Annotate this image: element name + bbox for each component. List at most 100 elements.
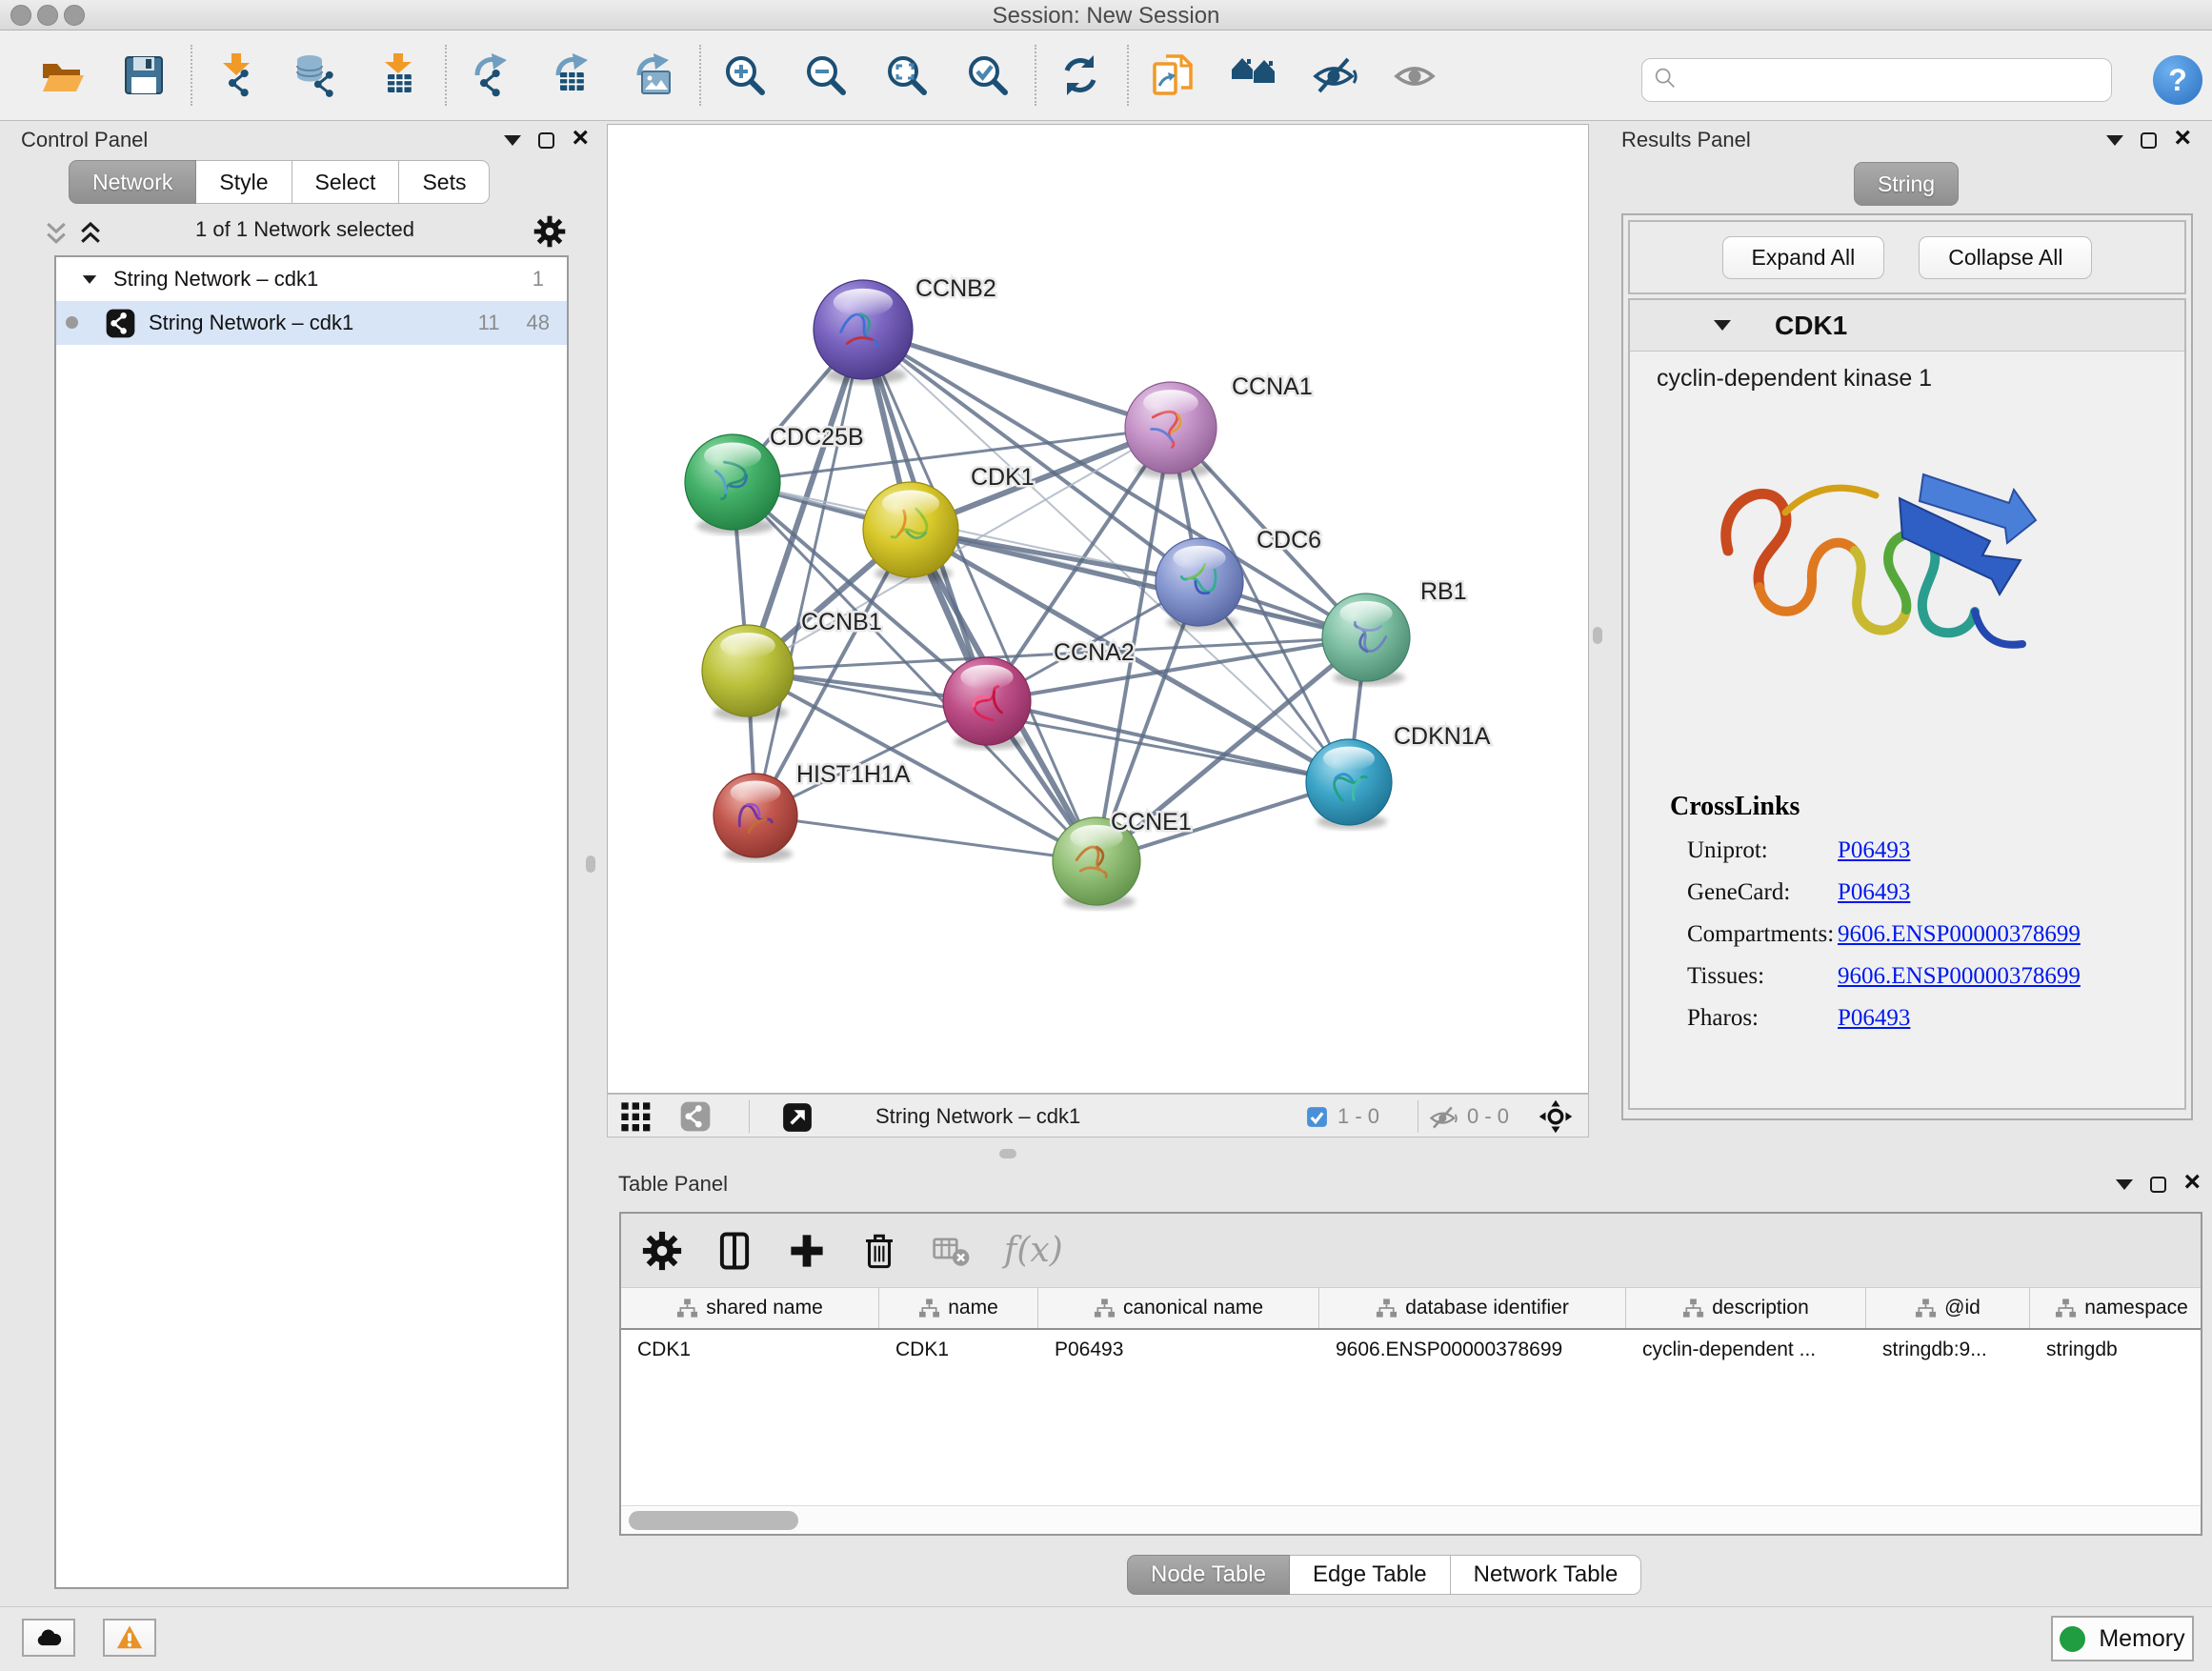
crosslinks-block: CrossLinks Uniprot:P06493GeneCard:P06493… — [1630, 792, 2184, 1032]
table-cell[interactable]: CDK1 — [879, 1339, 1038, 1361]
open-session-icon[interactable] — [38, 50, 88, 100]
grid-view-icon[interactable] — [620, 1101, 651, 1132]
expand-all-button[interactable]: Expand All — [1722, 236, 1885, 279]
table-cell[interactable]: CDK1 — [621, 1339, 879, 1361]
float-panel-icon[interactable] — [2150, 1177, 2166, 1193]
zoom-selected-icon[interactable] — [963, 50, 1013, 100]
horizontal-splitter-handle[interactable] — [999, 1149, 1016, 1158]
hidden-eye-icon[interactable] — [1429, 1103, 1458, 1132]
collapse-all-button[interactable]: Collapse All — [1919, 236, 2092, 279]
column-header-database-identifier[interactable]: database identifier — [1319, 1288, 1626, 1328]
hide-selected-icon[interactable] — [1310, 50, 1359, 100]
close-panel-icon[interactable]: × — [2183, 1173, 2201, 1192]
crosslink-link[interactable]: P06493 — [1838, 879, 1910, 906]
crosslink-link[interactable]: 9606.ENSP00000378699 — [1838, 921, 2081, 948]
section-expander-icon[interactable] — [1714, 320, 1731, 331]
tab-edge-table[interactable]: Edge Table — [1290, 1555, 1451, 1595]
node-section-header[interactable]: CDK1 — [1630, 300, 2184, 352]
table-cell[interactable]: stringdb — [2030, 1339, 2201, 1361]
warning-icon[interactable] — [103, 1619, 156, 1657]
table-cell[interactable]: P06493 — [1038, 1339, 1319, 1361]
attribute-table: f(x) shared namenamecanonical namedataba… — [619, 1212, 2202, 1536]
node-CDK1[interactable]: CDK1 — [863, 464, 1035, 582]
column-header-description[interactable]: description — [1626, 1288, 1866, 1328]
export-image-icon[interactable] — [628, 50, 677, 100]
zoom-out-icon[interactable] — [801, 50, 851, 100]
crosslinks-title: CrossLinks — [1670, 792, 2184, 822]
tab-network-table[interactable]: Network Table — [1451, 1555, 1642, 1595]
zoom-in-icon[interactable] — [720, 50, 770, 100]
edge-CCNB2-HIST1H1A[interactable] — [755, 330, 863, 815]
column-header-shared-name[interactable]: shared name — [621, 1288, 879, 1328]
gear-icon[interactable] — [533, 215, 566, 248]
open-external-icon[interactable] — [781, 1101, 814, 1134]
tab-network[interactable]: Network — [69, 160, 196, 204]
export-table-icon[interactable] — [547, 50, 596, 100]
zoom-fit-icon[interactable] — [882, 50, 932, 100]
cloud-icon[interactable] — [22, 1619, 75, 1657]
birdseye-icon[interactable] — [1538, 1099, 1573, 1134]
copy-icon[interactable] — [1148, 50, 1197, 100]
tab-style[interactable]: Style — [196, 160, 292, 204]
network-canvas[interactable]: CCNB2 CCNA1 CDC25B — [607, 124, 1589, 1094]
panel-menu-icon[interactable] — [504, 135, 521, 146]
panel-menu-icon[interactable] — [2106, 135, 2123, 146]
table-cell[interactable]: 9606.ENSP00000378699 — [1319, 1339, 1626, 1361]
tab-string[interactable]: String — [1854, 162, 1959, 206]
panel-menu-icon[interactable] — [2116, 1179, 2133, 1190]
import-table-icon[interactable] — [373, 50, 423, 100]
column-header-namespace[interactable]: namespace — [2030, 1288, 2212, 1328]
horizontal-scrollbar[interactable] — [621, 1505, 2201, 1534]
export-network-icon[interactable] — [466, 50, 515, 100]
tree-expander-icon[interactable] — [83, 275, 96, 284]
table-row[interactable]: CDK1CDK1P064939606.ENSP00000378699cyclin… — [621, 1330, 2201, 1370]
gear-icon[interactable] — [642, 1231, 682, 1271]
crosslink-link[interactable]: 9606.ENSP00000378699 — [1838, 963, 2081, 990]
node-HIST1H1A[interactable]: HIST1H1A — [714, 761, 911, 861]
import-database-icon[interactable] — [292, 50, 342, 100]
trash-icon[interactable] — [859, 1231, 899, 1271]
close-panel-icon[interactable]: × — [572, 129, 589, 148]
tab-select[interactable]: Select — [292, 160, 400, 204]
tab-sets[interactable]: Sets — [399, 160, 490, 204]
network-row[interactable]: String Network – cdk1 11 48 — [56, 301, 567, 345]
scrollbar-thumb[interactable] — [629, 1511, 798, 1530]
show-eye-icon[interactable] — [1391, 50, 1440, 100]
search-input[interactable] — [1679, 62, 2111, 98]
help-icon[interactable]: ? — [2153, 55, 2202, 105]
crosslink-row: Tissues:9606.ENSP00000378699 — [1687, 963, 2184, 990]
edge-HIST1H1A-CCNE1[interactable] — [755, 815, 1096, 861]
float-panel-icon[interactable] — [538, 132, 554, 149]
node-CCNE1[interactable]: CCNE1 — [1053, 809, 1192, 910]
refresh-icon[interactable] — [1056, 50, 1105, 100]
selected-checkbox-icon[interactable] — [1305, 1105, 1329, 1129]
node-RB1[interactable]: RB1 — [1322, 578, 1467, 686]
import-network-icon[interactable] — [211, 50, 261, 100]
crosslink-link[interactable]: P06493 — [1838, 1005, 1910, 1032]
column-header-canonical-name[interactable]: canonical name — [1038, 1288, 1319, 1328]
node-CDKN1A[interactable]: CDKN1A — [1306, 723, 1491, 830]
column-header--id[interactable]: @id — [1866, 1288, 2030, 1328]
network-view-title: String Network – cdk1 — [875, 1104, 1080, 1129]
left-splitter-handle[interactable] — [586, 856, 595, 873]
network-collection-row[interactable]: String Network – cdk1 1 — [56, 257, 567, 301]
crosslink-link[interactable]: P06493 — [1838, 837, 1910, 864]
edge-CCNA2-CDKN1A[interactable] — [987, 701, 1349, 782]
right-splitter-handle[interactable] — [1593, 627, 1602, 644]
memory-button[interactable]: Memory — [2051, 1616, 2194, 1661]
close-panel-icon[interactable]: × — [2174, 129, 2191, 148]
node-CCNA1[interactable]: CCNA1 — [1125, 373, 1313, 478]
home-icon[interactable] — [1229, 50, 1278, 100]
table-cell[interactable]: cyclin-dependent ... — [1626, 1339, 1866, 1361]
search-box[interactable] — [1641, 58, 2112, 102]
tab-node-table[interactable]: Node Table — [1127, 1555, 1290, 1595]
table-cell[interactable]: stringdb:9... — [1866, 1339, 2030, 1361]
plus-icon[interactable] — [787, 1231, 827, 1271]
float-panel-icon[interactable] — [2141, 132, 2157, 149]
share-network-icon[interactable] — [680, 1101, 711, 1132]
columns-icon[interactable] — [714, 1231, 754, 1271]
save-session-icon[interactable] — [119, 50, 169, 100]
crosslink-row: Pharos:P06493 — [1687, 1005, 2184, 1032]
column-header-name[interactable]: name — [879, 1288, 1038, 1328]
crosslink-label: Pharos: — [1687, 1005, 1838, 1032]
